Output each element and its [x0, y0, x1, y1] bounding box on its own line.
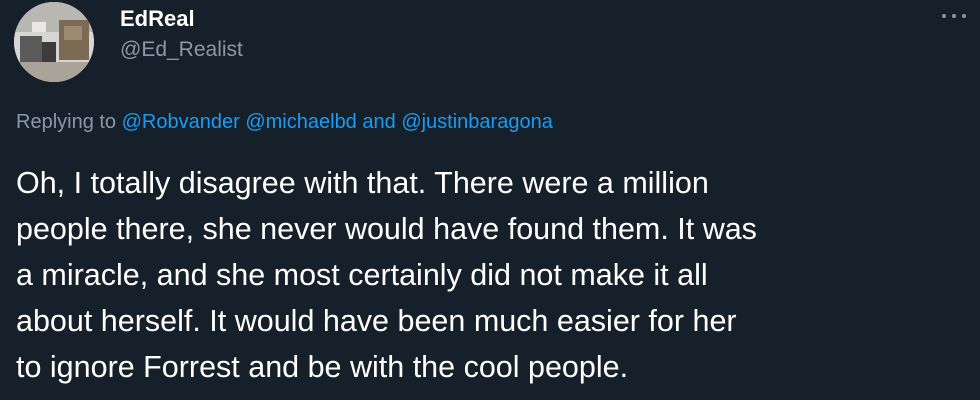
tweet-body-line: a miracle, and she most certainly did no… — [16, 258, 708, 292]
tweet-body-line: people there, she never would have found… — [16, 212, 757, 246]
tweet-card: EdReal @Ed_Realist Replying to @Robvande… — [0, 0, 980, 400]
tweet-body-line: Oh, I totally disagree with that. There … — [16, 166, 709, 200]
mention-link-michaelbd[interactable]: @michaelbd — [245, 111, 356, 133]
more-horizontal-icon — [942, 14, 946, 18]
more-options-button[interactable] — [938, 4, 970, 28]
author-display-name[interactable]: EdReal — [120, 6, 195, 32]
profile-photo-image — [14, 2, 94, 82]
tweet-body-line: to ignore Forrest and be with the cool p… — [16, 350, 629, 384]
mention-link-robvander[interactable]: @Robvander — [122, 111, 240, 133]
reply-context-prefix: Replying to — [16, 111, 117, 133]
tweet-body-line: about herself. It would have been much e… — [16, 304, 737, 338]
avatar[interactable] — [14, 2, 94, 82]
reply-context: Replying to @Robvander @michaelbd and @j… — [16, 111, 553, 134]
mention-link-justinbaragona[interactable]: @justinbaragona — [401, 111, 553, 133]
reply-context-conjunction: and — [362, 111, 396, 133]
tweet-body: Oh, I totally disagree with that. There … — [16, 160, 966, 390]
more-horizontal-icon-dot — [962, 14, 966, 18]
more-horizontal-icon-dot — [952, 14, 956, 18]
author-handle[interactable]: @Ed_Realist — [120, 38, 243, 62]
